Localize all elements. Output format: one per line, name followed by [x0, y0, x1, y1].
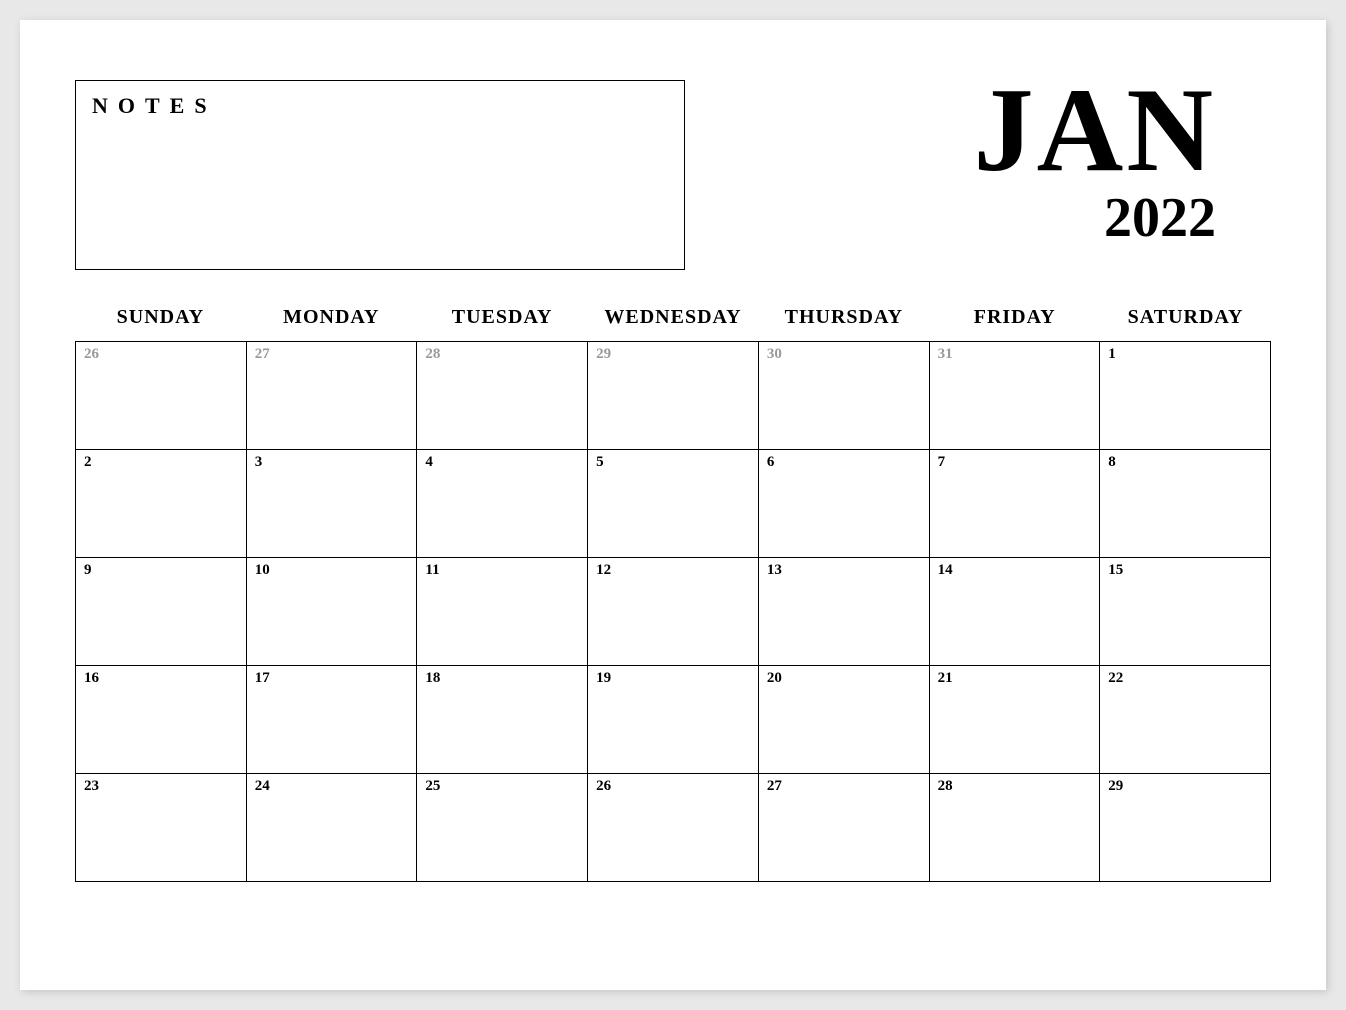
day-of-week-row: SUNDAY MONDAY TUESDAY WEDNESDAY THURSDAY…	[75, 300, 1271, 335]
day-number: 8	[1108, 454, 1262, 471]
calendar-cell[interactable]: 27	[247, 342, 418, 450]
day-number: 4	[425, 454, 579, 471]
day-number: 18	[425, 670, 579, 687]
calendar-cell[interactable]: 15	[1100, 558, 1271, 666]
day-number: 23	[84, 778, 238, 795]
calendar-cell[interactable]: 11	[417, 558, 588, 666]
calendar-cell[interactable]: 10	[247, 558, 418, 666]
notes-box[interactable]: NOTES	[75, 80, 685, 270]
day-number: 28	[425, 346, 579, 363]
dow-sunday: SUNDAY	[75, 300, 246, 335]
calendar-cell[interactable]: 2	[76, 450, 247, 558]
day-number: 27	[255, 346, 409, 363]
calendar-cell[interactable]: 26	[588, 774, 759, 882]
calendar-cell[interactable]: 14	[930, 558, 1101, 666]
calendar-cell[interactable]: 22	[1100, 666, 1271, 774]
day-number: 7	[938, 454, 1092, 471]
calendar-cell[interactable]: 31	[930, 342, 1101, 450]
calendar-cell[interactable]: 13	[759, 558, 930, 666]
dow-saturday: SATURDAY	[1100, 300, 1271, 335]
calendar-cell[interactable]: 29	[588, 342, 759, 450]
calendar-cell[interactable]: 16	[76, 666, 247, 774]
calendar-cell[interactable]: 21	[930, 666, 1101, 774]
day-number: 5	[596, 454, 750, 471]
header-row: NOTES JAN 2022	[75, 80, 1271, 270]
calendar-cell[interactable]: 7	[930, 450, 1101, 558]
calendar-cell[interactable]: 6	[759, 450, 930, 558]
year-title: 2022	[974, 190, 1216, 246]
calendar-cell[interactable]: 24	[247, 774, 418, 882]
calendar-cell[interactable]: 26	[76, 342, 247, 450]
day-number: 26	[596, 778, 750, 795]
calendar-cell[interactable]: 9	[76, 558, 247, 666]
day-number: 15	[1108, 562, 1262, 579]
calendar-cell[interactable]: 18	[417, 666, 588, 774]
calendar-cell[interactable]: 30	[759, 342, 930, 450]
calendar-cell[interactable]: 12	[588, 558, 759, 666]
day-number: 12	[596, 562, 750, 579]
day-number: 26	[84, 346, 238, 363]
day-number: 11	[425, 562, 579, 579]
day-number: 28	[938, 778, 1092, 795]
day-number: 22	[1108, 670, 1262, 687]
calendar-cell[interactable]: 28	[930, 774, 1101, 882]
calendar-cell[interactable]: 20	[759, 666, 930, 774]
calendar-cell[interactable]: 25	[417, 774, 588, 882]
calendar: SUNDAY MONDAY TUESDAY WEDNESDAY THURSDAY…	[75, 300, 1271, 882]
day-number: 20	[767, 670, 921, 687]
day-number: 29	[596, 346, 750, 363]
day-number: 25	[425, 778, 579, 795]
calendar-cell[interactable]: 5	[588, 450, 759, 558]
dow-friday: FRIDAY	[929, 300, 1100, 335]
day-number: 19	[596, 670, 750, 687]
dow-tuesday: TUESDAY	[417, 300, 588, 335]
calendar-cell[interactable]: 8	[1100, 450, 1271, 558]
day-number: 27	[767, 778, 921, 795]
day-number: 17	[255, 670, 409, 687]
day-number: 13	[767, 562, 921, 579]
calendar-page: NOTES JAN 2022 SUNDAY MONDAY TUESDAY WED…	[20, 20, 1326, 990]
day-number: 29	[1108, 778, 1262, 795]
calendar-cell[interactable]: 28	[417, 342, 588, 450]
day-number: 3	[255, 454, 409, 471]
calendar-cell[interactable]: 19	[588, 666, 759, 774]
notes-label: NOTES	[92, 93, 668, 119]
day-number: 24	[255, 778, 409, 795]
calendar-cell[interactable]: 4	[417, 450, 588, 558]
calendar-cell[interactable]: 1	[1100, 342, 1271, 450]
day-number: 10	[255, 562, 409, 579]
dow-thursday: THURSDAY	[758, 300, 929, 335]
dow-monday: MONDAY	[246, 300, 417, 335]
day-number: 31	[938, 346, 1092, 363]
calendar-grid: 2627282930311234567891011121314151617181…	[75, 341, 1271, 882]
calendar-cell[interactable]: 29	[1100, 774, 1271, 882]
calendar-cell[interactable]: 3	[247, 450, 418, 558]
day-number: 1	[1108, 346, 1262, 363]
day-number: 16	[84, 670, 238, 687]
day-number: 21	[938, 670, 1092, 687]
dow-wednesday: WEDNESDAY	[588, 300, 759, 335]
day-number: 9	[84, 562, 238, 579]
day-number: 2	[84, 454, 238, 471]
calendar-cell[interactable]: 27	[759, 774, 930, 882]
month-title: JAN	[974, 70, 1216, 190]
title-block: JAN 2022	[974, 70, 1271, 246]
calendar-cell[interactable]: 23	[76, 774, 247, 882]
day-number: 14	[938, 562, 1092, 579]
calendar-cell[interactable]: 17	[247, 666, 418, 774]
day-number: 6	[767, 454, 921, 471]
day-number: 30	[767, 346, 921, 363]
